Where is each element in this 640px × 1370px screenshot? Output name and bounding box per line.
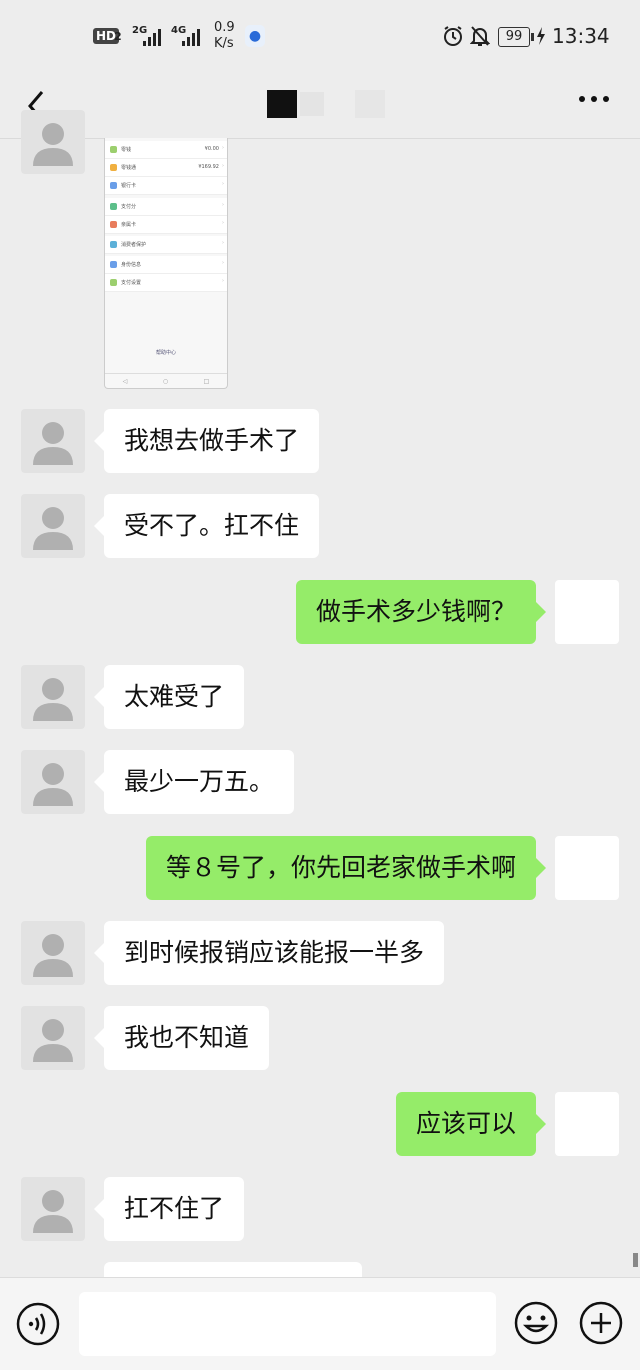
sent-message[interactable]: 等８号了，你先回老家做手术啊 [145, 836, 547, 900]
list-item: 身份信息 › [105, 256, 227, 274]
sent-message[interactable]: 做手术多少钱啊？ [295, 580, 547, 644]
signal-bars-icon [182, 28, 200, 46]
avatar[interactable] [21, 494, 85, 558]
message-input[interactable] [79, 1292, 496, 1356]
list-item: 消费者保护 › [105, 236, 227, 254]
avatar[interactable] [555, 580, 619, 644]
alarm-icon [444, 26, 462, 46]
plus-icon[interactable] [578, 1300, 624, 1346]
speed-unit: K/s [214, 36, 234, 51]
sent-message[interactable]: 应该可以 [395, 1092, 547, 1156]
charging-icon [537, 27, 545, 45]
list-item: 支付设置 › [105, 274, 227, 292]
emoji-icon[interactable] [513, 1300, 559, 1346]
hd-sim-number: 2 [114, 30, 122, 43]
received-message[interactable]: 受不了。扛不住 [93, 494, 320, 558]
list-item: 支付分 › [105, 198, 227, 216]
received-message[interactable]: 我也不知道 [93, 1006, 270, 1070]
redacted-title-block [300, 92, 324, 116]
avatar[interactable] [21, 750, 85, 814]
clock-time: 13:34 [552, 24, 610, 48]
image-message[interactable]: 零钱 ¥0.00 › 零钱通 ¥169.92 › 银行卡 › 支付分 › 亲属卡 › 消费者保… [104, 138, 228, 389]
avatar[interactable] [21, 1177, 85, 1241]
avatar[interactable] [21, 921, 85, 985]
voice-icon[interactable] [16, 1302, 60, 1346]
list-item: 亲属卡 › [105, 216, 227, 234]
list-item: 零钱 ¥0.00 › [105, 141, 227, 159]
more-icon[interactable] [576, 84, 616, 114]
avatar[interactable] [555, 836, 619, 900]
received-message[interactable]: 到时候报销应该能报一半多 [93, 921, 445, 985]
network-speed: 0.9 K/s [214, 20, 235, 52]
signal-bars-icon [143, 28, 161, 46]
redacted-title-block [355, 90, 385, 118]
battery-icon: 99 [498, 27, 534, 47]
scrollbar[interactable] [633, 1253, 638, 1267]
baidu-paw-icon: ● [245, 25, 265, 47]
list-item: 零钱通 ¥169.92 › [105, 159, 227, 177]
help-center-link: 帮助中心 [155, 350, 176, 356]
received-message[interactable]: 太难受了 [93, 665, 245, 729]
list-item: 银行卡 › [105, 177, 227, 195]
speed-value: 0.9 [214, 20, 235, 35]
received-message[interactable]: 我想去做手术了 [93, 409, 320, 473]
received-message[interactable]: 扛不住了 [93, 1177, 245, 1241]
mute-icon [470, 26, 490, 46]
avatar[interactable] [21, 1006, 85, 1070]
avatar[interactable] [21, 409, 85, 473]
input-bar [0, 1277, 640, 1370]
avatar[interactable] [21, 110, 85, 174]
received-message[interactable]: 最少一万五。 [93, 750, 295, 814]
status-bar: HD 2 2G 4G 0.9 K/s ● 99 13:34 [0, 0, 640, 72]
preview-nav-bar: ◁ ○ □ [105, 373, 227, 388]
redacted-title-block [267, 90, 297, 118]
avatar[interactable] [555, 1092, 619, 1156]
avatar[interactable] [21, 665, 85, 729]
